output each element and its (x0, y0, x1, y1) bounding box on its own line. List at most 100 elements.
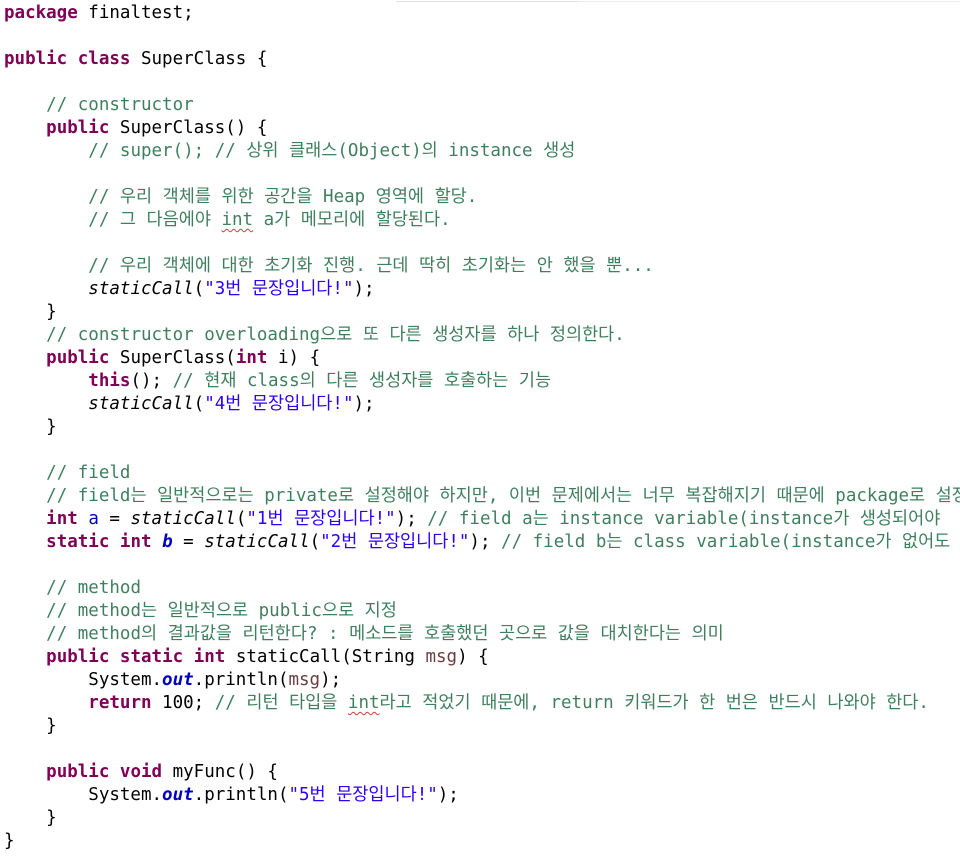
comment: // field (46, 463, 131, 483)
comment: // 그 다음에야 (88, 210, 222, 230)
code-text: i) { (267, 348, 321, 368)
code-line-1: package finaltest; (4, 2, 194, 25)
code-line-3: public class SuperClass { (4, 48, 267, 71)
comment: // field b는 class variable(instance가 없어도 (501, 532, 951, 552)
code-editor[interactable]: package finaltest; public class SuperCla… (0, 0, 960, 856)
comment: // method의 결과값을 리턴한다? : 메소드를 호출했던 곳으로 값을… (46, 624, 724, 644)
code-line-36: } (4, 807, 57, 830)
keyword: static (46, 532, 110, 552)
code-line-37: } (4, 830, 15, 853)
code-text: 100; (151, 693, 215, 713)
code-line-17: this(); // 현재 class의 다른 생성자를 호출하는 기능 (4, 370, 551, 393)
code-line-26: // method (4, 577, 141, 600)
code-text: = (172, 532, 205, 552)
keyword: return (88, 693, 152, 713)
code-text: } (4, 808, 57, 828)
code-line-9: // 우리 객체를 위한 공간을 Heap 영역에 할당. (4, 186, 477, 209)
code-text: } (4, 831, 15, 851)
code-text: ( (193, 279, 205, 299)
string-literal: "2번 문장입니다!" (320, 532, 470, 552)
keyword: public (46, 348, 110, 368)
keyword: int (119, 532, 152, 552)
comment: // constructor (46, 95, 194, 115)
comment: // 우리 객체를 위한 공간을 Heap 영역에 할당. (88, 187, 478, 207)
code-line-23: int a = staticCall("1번 문장입니다!"); // fiel… (4, 508, 940, 531)
code-line-12: // 우리 객체에 대한 초기화 진행. 근데 딱히 초기화는 안 했을 뿐..… (4, 255, 654, 278)
code-text: myFunc() { (162, 762, 278, 782)
keyword: package (4, 3, 78, 23)
code-text: (); (130, 371, 173, 391)
code-text: ( (235, 509, 247, 529)
code-line-14: } (4, 301, 57, 324)
static-field-name: out (162, 785, 194, 805)
static-field-name: out (162, 670, 194, 690)
parameter-name: msg (288, 670, 321, 690)
keyword: public (46, 762, 110, 782)
code-text: SuperClass( (109, 348, 236, 368)
code-text: .println( (193, 670, 289, 690)
string-literal: "4번 문장입니다!" (204, 394, 354, 414)
keyword: int (46, 509, 78, 529)
spelling-warning: int (221, 210, 254, 230)
comment: // 우리 객체에 대한 초기화 진행. 근데 딱히 초기화는 안 했을 뿐..… (88, 256, 654, 276)
string-literal: "1번 문장입니다!" (246, 509, 396, 529)
keyword: this (88, 371, 131, 391)
code-text: ( (309, 532, 321, 552)
comment: // method (46, 578, 141, 598)
code-text: ); (353, 279, 375, 299)
code-text: .println( (193, 785, 289, 805)
keyword: public (46, 118, 110, 138)
code-line-15: // constructor overloading으로 또 다른 생성자를 하… (4, 324, 625, 347)
comment: // method는 일반적으로 public으로 지정 (46, 601, 397, 621)
code-line-31: return 100; // 리턴 타입을 int라고 적었기 때문에, ret… (4, 692, 929, 715)
code-text: finaltest; (77, 3, 194, 23)
code-text: = (98, 509, 131, 529)
code-line-27: // method는 일반적으로 public으로 지정 (4, 600, 397, 623)
string-literal: "5번 문장입니다!" (288, 785, 438, 805)
keyword: public (46, 647, 110, 667)
code-text: ); (320, 670, 342, 690)
code-line-19: } (4, 416, 57, 439)
code-line-34: public void myFunc() { (4, 761, 278, 784)
comment: // 현재 class의 다른 생성자를 호출하는 기능 (172, 371, 552, 391)
parameter-name: msg (425, 647, 458, 667)
code-line-21: // field (4, 462, 130, 485)
code-text: ); (469, 532, 502, 552)
code-text: ); (353, 394, 375, 414)
keyword: static (119, 647, 184, 667)
comment: // field는 일반적으로는 private로 설정해야 하지만, 이번 문… (46, 486, 960, 506)
static-method-call: staticCall (130, 509, 236, 529)
comment: // field a는 instance variable(instance가 … (427, 509, 941, 529)
code-text: } (4, 716, 57, 736)
static-method-call: staticCall (88, 279, 194, 299)
code-text: SuperClass { (130, 49, 268, 69)
static-field-name: b (162, 532, 173, 552)
code-line-35: System.out.println("5번 문장입니다!"); (4, 784, 459, 807)
keyword: int (235, 348, 268, 368)
code-text: ); (437, 785, 459, 805)
comment: a가 메모리에 할당된다. (253, 210, 451, 230)
keyword: public (4, 49, 68, 69)
code-text: } (4, 417, 57, 437)
code-line-28: // method의 결과값을 리턴한다? : 메소드를 호출했던 곳으로 값을… (4, 623, 724, 646)
comment: // 리턴 타입을 (214, 693, 348, 713)
code-line-24: static int b = staticCall("2번 문장입니다!"); … (4, 531, 950, 554)
